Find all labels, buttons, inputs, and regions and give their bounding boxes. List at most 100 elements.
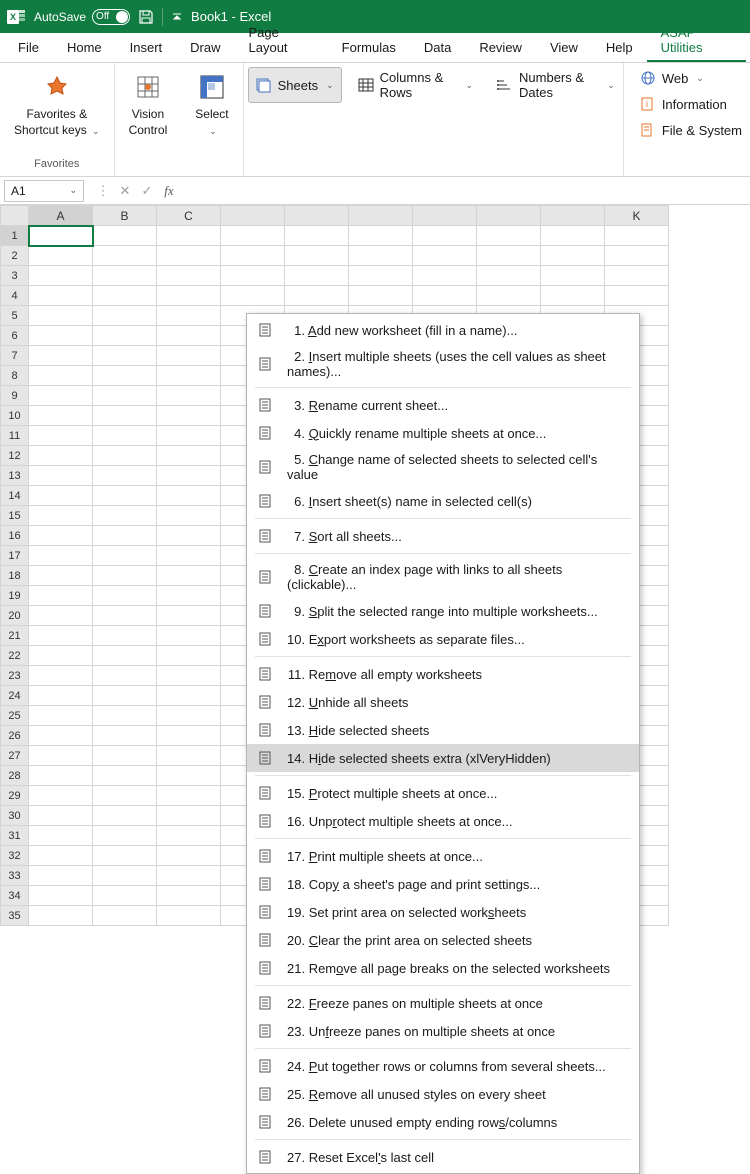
- row-header[interactable]: 30: [1, 806, 29, 826]
- menu-item-22[interactable]: 22. Freeze panes on multiple sheets at o…: [247, 989, 639, 1017]
- cell[interactable]: [157, 386, 221, 406]
- cell[interactable]: [157, 406, 221, 426]
- menu-item-15[interactable]: 15. Protect multiple sheets at once...: [247, 779, 639, 807]
- row-header[interactable]: 29: [1, 786, 29, 806]
- formula-input[interactable]: [184, 180, 750, 202]
- cell[interactable]: [93, 786, 157, 806]
- cell[interactable]: [93, 646, 157, 666]
- cell[interactable]: [93, 246, 157, 266]
- cell[interactable]: [29, 666, 93, 686]
- menu-item-23[interactable]: 23. Unfreeze panes on multiple sheets at…: [247, 1017, 639, 1045]
- name-box[interactable]: A1 ⌄: [4, 180, 84, 202]
- cell[interactable]: [29, 446, 93, 466]
- cell[interactable]: [29, 226, 93, 246]
- row-header[interactable]: 17: [1, 546, 29, 566]
- cell[interactable]: [29, 566, 93, 586]
- cell[interactable]: [349, 266, 413, 286]
- cell[interactable]: [93, 886, 157, 906]
- cell[interactable]: [477, 286, 541, 306]
- row-header[interactable]: 9: [1, 386, 29, 406]
- row-header[interactable]: 5: [1, 306, 29, 326]
- cell[interactable]: [93, 906, 157, 926]
- cell[interactable]: [157, 786, 221, 806]
- row-header[interactable]: 31: [1, 826, 29, 846]
- column-header[interactable]: K: [605, 206, 669, 226]
- cell[interactable]: [605, 286, 669, 306]
- row-header[interactable]: 13: [1, 466, 29, 486]
- menu-item-14[interactable]: 14. Hide selected sheets extra (xlVeryHi…: [247, 744, 639, 772]
- cell[interactable]: [157, 266, 221, 286]
- cell[interactable]: [93, 506, 157, 526]
- cell[interactable]: [157, 646, 221, 666]
- menu-item-8[interactable]: 8. Create an index page with links to al…: [247, 557, 639, 597]
- options-icon[interactable]: ⋮: [94, 183, 112, 199]
- tab-draw[interactable]: Draw: [176, 34, 234, 62]
- cell[interactable]: [157, 486, 221, 506]
- cell[interactable]: [29, 406, 93, 426]
- autosave-toggle[interactable]: AutoSave Off: [34, 9, 130, 25]
- cell[interactable]: [285, 246, 349, 266]
- cell[interactable]: [413, 226, 477, 246]
- row-header[interactable]: 23: [1, 666, 29, 686]
- row-header[interactable]: 2: [1, 246, 29, 266]
- cell[interactable]: [157, 566, 221, 586]
- column-header[interactable]: A: [29, 206, 93, 226]
- cell[interactable]: [29, 826, 93, 846]
- tab-file[interactable]: File: [4, 34, 53, 62]
- cell[interactable]: [29, 326, 93, 346]
- numbers-dates-button[interactable]: Numbers & Dates⌄: [489, 67, 623, 103]
- cell[interactable]: [29, 766, 93, 786]
- cell[interactable]: [285, 266, 349, 286]
- row-header[interactable]: 33: [1, 866, 29, 886]
- row-header[interactable]: 16: [1, 526, 29, 546]
- cell[interactable]: [29, 386, 93, 406]
- row-header[interactable]: 12: [1, 446, 29, 466]
- cell[interactable]: [29, 486, 93, 506]
- cell[interactable]: [157, 626, 221, 646]
- column-header[interactable]: C: [157, 206, 221, 226]
- save-icon[interactable]: [138, 9, 154, 25]
- cell[interactable]: [93, 466, 157, 486]
- row-header[interactable]: 32: [1, 846, 29, 866]
- cell[interactable]: [157, 866, 221, 886]
- cell[interactable]: [93, 826, 157, 846]
- cell[interactable]: [93, 366, 157, 386]
- cell[interactable]: [157, 426, 221, 446]
- confirm-icon[interactable]: ✓: [138, 183, 156, 199]
- cell[interactable]: [605, 246, 669, 266]
- cell[interactable]: [605, 266, 669, 286]
- menu-item-10[interactable]: 10. Export worksheets as separate files.…: [247, 625, 639, 653]
- cell[interactable]: [29, 906, 93, 926]
- cell[interactable]: [541, 226, 605, 246]
- cell[interactable]: [93, 746, 157, 766]
- cell[interactable]: [93, 226, 157, 246]
- cell[interactable]: [157, 726, 221, 746]
- cell[interactable]: [157, 366, 221, 386]
- tab-home[interactable]: Home: [53, 34, 116, 62]
- cell[interactable]: [29, 586, 93, 606]
- column-header[interactable]: [285, 206, 349, 226]
- cell[interactable]: [29, 286, 93, 306]
- cell[interactable]: [93, 406, 157, 426]
- cell[interactable]: [93, 306, 157, 326]
- menu-item-16[interactable]: 16. Unprotect multiple sheets at once...: [247, 807, 639, 835]
- cell[interactable]: [29, 606, 93, 626]
- row-header[interactable]: 7: [1, 346, 29, 366]
- menu-item-24[interactable]: 24. Put together rows or columns from se…: [247, 1052, 639, 1080]
- cell[interactable]: [605, 226, 669, 246]
- row-header[interactable]: 19: [1, 586, 29, 606]
- cell[interactable]: [221, 226, 285, 246]
- menu-item-17[interactable]: 17. Print multiple sheets at once...: [247, 842, 639, 870]
- cell[interactable]: [29, 346, 93, 366]
- cell[interactable]: [157, 826, 221, 846]
- menu-item-19[interactable]: 19. Set print area on selected worksheet…: [247, 898, 639, 926]
- tab-data[interactable]: Data: [410, 34, 465, 62]
- cell[interactable]: [93, 706, 157, 726]
- cell[interactable]: [157, 346, 221, 366]
- cell[interactable]: [29, 686, 93, 706]
- cell[interactable]: [93, 686, 157, 706]
- cell[interactable]: [29, 806, 93, 826]
- menu-item-27[interactable]: 27. Reset Excel's last cell: [247, 1143, 639, 1171]
- tab-review[interactable]: Review: [465, 34, 536, 62]
- row-header[interactable]: 21: [1, 626, 29, 646]
